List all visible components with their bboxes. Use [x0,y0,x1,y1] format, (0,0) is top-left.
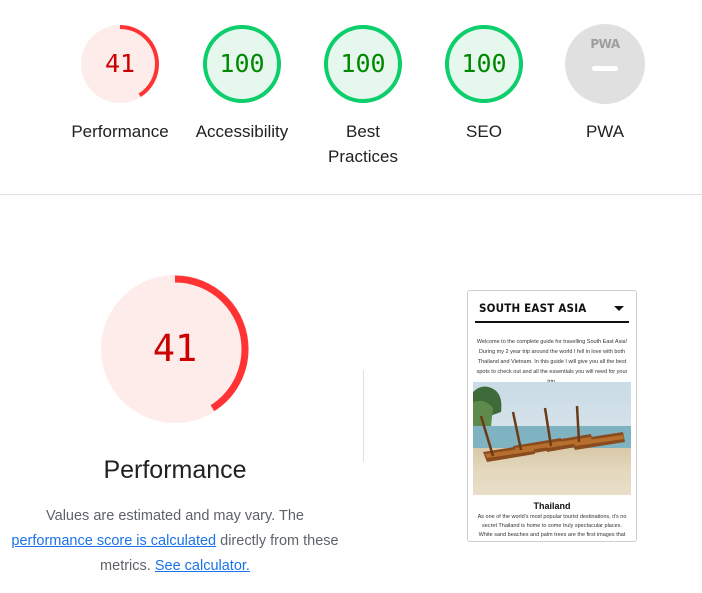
thumbnail-header-title: SOUTH EAST ASIA [479,301,587,315]
best-practices-score: 100 [340,49,386,78]
pwa-badge-icon: PWA [564,23,646,105]
performance-main-score: 41 [152,327,198,370]
pwa-badge-text: PWA [590,37,620,51]
performance-score-link[interactable]: performance score is calculated [11,533,216,549]
category-scores: 41 Performance 100 Accessibility 100 Bes… [0,0,702,195]
performance-main-gauge: 41 [100,274,250,424]
seo-label: SEO [466,122,502,141]
thumbnail-heading: Thailand [533,501,571,511]
vertical-divider [363,370,364,462]
pwa-dash-icon [592,66,618,71]
longtail-boats-photo [473,382,631,495]
desc-text-1: Values are estimated and may vary. The [46,508,304,524]
final-screenshot-thumbnail[interactable]: SOUTH EAST ASIA Welcome to the complete … [467,290,637,542]
thumbnail-header: SOUTH EAST ASIA [475,299,629,323]
gauge-accessibility[interactable]: 100 Accessibility [177,23,307,144]
accessibility-label: Accessibility [195,122,289,141]
thumbnail-body-text: As one of the world's most popular touri… [477,514,627,538]
performance-description: Values are estimated and may vary. The p… [0,504,350,579]
see-calculator-link[interactable]: See calculator. [155,558,250,574]
pwa-label: PWA [585,122,625,141]
accessibility-score: 100 [219,49,265,78]
gauge-best-practices[interactable]: 100 Best Practices [298,23,428,169]
seo-score: 100 [461,49,507,78]
gauge-seo[interactable]: 100 SEO [419,23,549,144]
performance-score: 41 [104,49,136,78]
performance-title: Performance [103,456,247,484]
gauge-pwa[interactable]: PWA PWA [540,23,670,144]
performance-label: Performance [71,122,169,141]
best-practices-label: Best Practices [328,122,398,166]
dropdown-caret-icon [614,306,624,311]
gauge-performance[interactable]: 41 Performance [55,23,185,144]
thumbnail-intro-text: Welcome to the complete guide for travel… [476,339,628,385]
